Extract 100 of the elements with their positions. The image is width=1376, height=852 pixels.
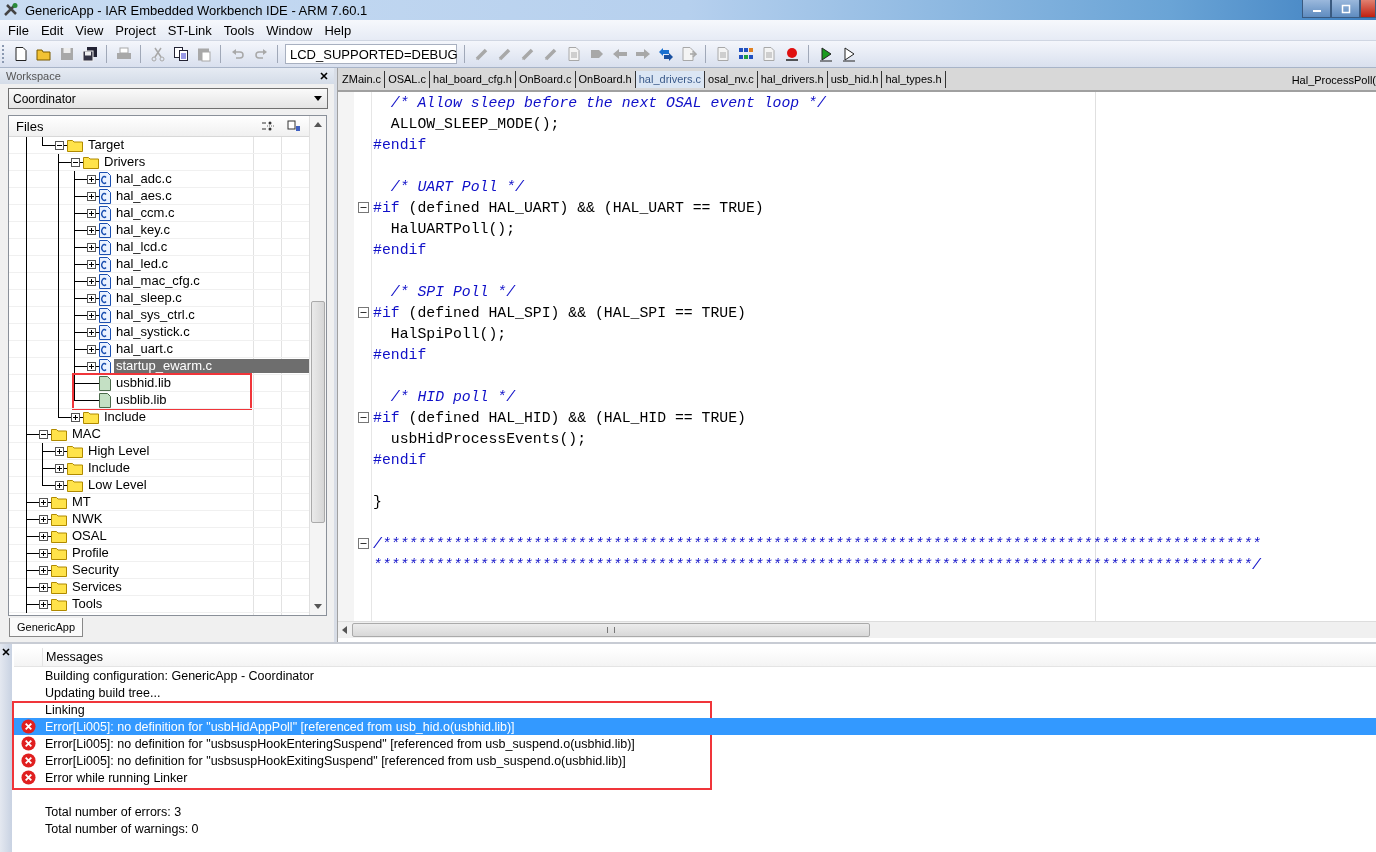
collapse-toggle[interactable]	[357, 202, 369, 213]
tree-item[interactable]: Services	[70, 580, 124, 594]
tree-item[interactable]: hal_aes.c	[114, 189, 174, 203]
tree-item[interactable]: hal_adc.c	[114, 172, 174, 186]
tree-item[interactable]: hal_lcd.c	[114, 240, 170, 254]
tree-item[interactable]: hal_ccm.c	[114, 206, 177, 220]
close-icon[interactable]	[2, 648, 10, 656]
expand-toggle[interactable]	[86, 259, 96, 269]
expand-toggle[interactable]	[70, 412, 80, 422]
collapse-toggle[interactable]	[38, 429, 48, 439]
expand-toggle[interactable]	[86, 361, 96, 371]
file-tab[interactable]: hal_types.h	[882, 71, 946, 88]
menu-item[interactable]: Help	[318, 22, 358, 38]
new-file-icon[interactable]	[12, 46, 29, 62]
close-icon[interactable]	[320, 72, 328, 80]
menu-item[interactable]: Edit	[34, 22, 70, 38]
tree-item[interactable]: MAC	[70, 427, 103, 441]
expand-toggle[interactable]	[86, 174, 96, 184]
tree-item[interactable]: hal_sleep.c	[114, 291, 184, 305]
tree-item[interactable]: High Level	[86, 444, 152, 458]
scrollbar-thumb[interactable]	[311, 301, 325, 523]
tree-item[interactable]: Low Level	[86, 478, 149, 492]
expand-toggle[interactable]	[38, 497, 48, 507]
expand-toggle[interactable]	[86, 225, 96, 235]
tree-item[interactable]: hal_systick.c	[114, 325, 192, 339]
document-icon[interactable]	[287, 120, 301, 132]
expand-toggle[interactable]	[86, 327, 96, 337]
tree-item[interactable]: Profile	[70, 546, 111, 560]
menu-item[interactable]: Window	[260, 22, 319, 38]
scroll-up-icon[interactable]	[314, 122, 322, 127]
expand-toggle[interactable]	[86, 276, 96, 286]
tree-item[interactable]: Include	[86, 461, 132, 475]
message-row[interactable]: Error[Li005]: no definition for "usbsuspHookExitingSuspend" [referenced from usb_suspend.o(usbhid.lib)]	[14, 752, 1376, 769]
tree-item[interactable]: Include	[102, 410, 148, 424]
configuration-dropdown[interactable]: Coordinator	[8, 88, 328, 109]
message-row[interactable]: Error while running Linker	[14, 769, 1376, 786]
tree-item[interactable]: hal_mac_cfg.c	[114, 274, 202, 288]
message-row[interactable]: Total number of warnings: 0	[14, 820, 1376, 837]
function-name[interactable]: Hal_ProcessPoll(	[1291, 74, 1376, 86]
save-all-icon[interactable]	[81, 46, 98, 62]
message-row[interactable]: Total number of errors: 3	[14, 803, 1376, 820]
expand-toggle[interactable]	[38, 514, 48, 524]
expand-toggle[interactable]	[86, 242, 96, 252]
file-tab[interactable]: hal_drivers.h	[757, 71, 828, 88]
tree-item[interactable]: usblib.lib	[114, 393, 169, 407]
horizontal-scrollbar[interactable]	[338, 621, 1376, 638]
tree-item[interactable]: Security	[70, 563, 121, 577]
message-row[interactable]: Updating build tree...	[14, 684, 1376, 701]
tree-item[interactable]: hal_sys_ctrl.c	[114, 308, 197, 322]
expand-toggle[interactable]	[38, 531, 48, 541]
file-tab[interactable]: osal_nv.c	[705, 71, 758, 88]
scrollbar-thumb[interactable]	[352, 623, 870, 637]
swap-arrows-icon[interactable]	[657, 46, 674, 62]
collapse-toggle[interactable]	[357, 538, 369, 549]
file-tab[interactable]: OnBoard.c	[515, 71, 576, 88]
expand-toggle[interactable]	[86, 344, 96, 354]
tree-item[interactable]: hal_led.c	[114, 257, 171, 271]
collapse-toggle[interactable]	[357, 412, 369, 423]
file-tab[interactable]: hal_board_cfg.h	[430, 71, 516, 88]
grid-icon[interactable]	[737, 46, 754, 62]
close-button[interactable]	[1360, 0, 1376, 18]
circle-icon[interactable]	[783, 46, 800, 62]
expand-toggle[interactable]	[38, 565, 48, 575]
tree-item[interactable]: usbhid.lib	[114, 376, 173, 390]
expand-toggle[interactable]	[86, 208, 96, 218]
expand-toggle[interactable]	[54, 463, 64, 473]
tree-item[interactable]: hal_uart.c	[114, 342, 176, 356]
expand-toggle[interactable]	[54, 480, 64, 490]
vertical-scrollbar[interactable]	[309, 116, 326, 615]
minimize-button[interactable]	[1302, 0, 1331, 18]
expand-toggle[interactable]	[54, 446, 64, 456]
expand-toggle[interactable]	[86, 293, 96, 303]
message-row[interactable]: Building configuration: GenericApp - Coordinator	[14, 667, 1376, 684]
workspace-tab[interactable]: GenericApp	[9, 618, 84, 637]
tree-item[interactable]: hal_key.c	[114, 223, 172, 237]
tree-item[interactable]: startup_ewarm.c	[114, 359, 309, 373]
tree-item[interactable]: MT	[70, 495, 93, 509]
expand-toggle[interactable]	[86, 191, 96, 201]
menu-item[interactable]: View	[69, 22, 110, 38]
expand-toggle[interactable]	[38, 548, 48, 558]
tree-item[interactable]: Target	[86, 138, 127, 152]
collapse-toggle[interactable]	[70, 157, 80, 167]
menu-item[interactable]: Tools	[217, 22, 261, 38]
menu-item[interactable]: ST-Link	[161, 22, 218, 38]
expand-toggle[interactable]	[38, 582, 48, 592]
copy-icon[interactable]	[172, 46, 189, 62]
menu-item[interactable]: File	[2, 22, 35, 38]
file-tab[interactable]: OnBoard.h	[575, 71, 636, 88]
open-folder-icon[interactable]	[35, 46, 52, 62]
collapse-toggle[interactable]	[54, 140, 64, 150]
file-tab[interactable]: ZMain.c	[339, 71, 386, 88]
scroll-down-icon[interactable]	[314, 604, 322, 609]
file-tab[interactable]: OSAL.c	[385, 71, 431, 88]
tree-item[interactable]: NWK	[70, 512, 105, 526]
tree-item[interactable]: Drivers	[102, 155, 148, 169]
message-row[interactable]: Linking	[14, 701, 1376, 718]
collapse-toggle[interactable]	[357, 307, 369, 318]
play-icon[interactable]	[817, 46, 834, 62]
expand-toggle[interactable]	[86, 310, 96, 320]
file-tab[interactable]: usb_hid.h	[827, 71, 883, 88]
